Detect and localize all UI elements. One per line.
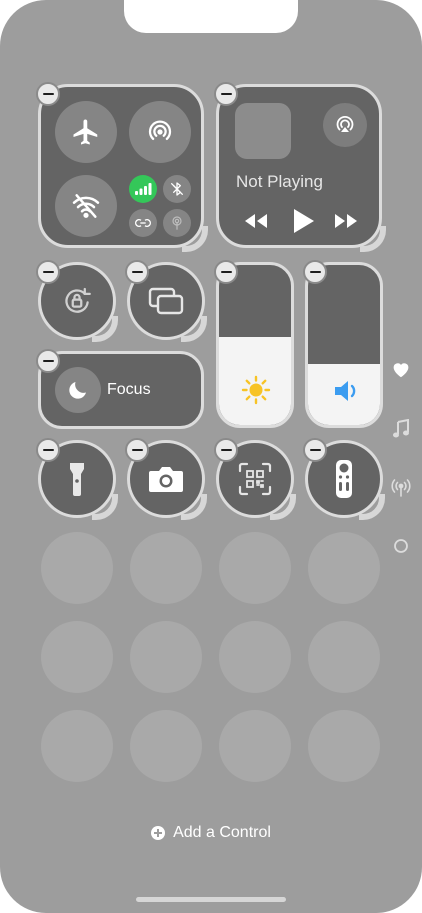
music-page-indicator[interactable]: [390, 418, 412, 440]
now-playing-status: Not Playing: [236, 172, 323, 191]
album-artwork: [235, 103, 291, 159]
resize-apple-tv-remote-handle[interactable]: [359, 494, 385, 520]
empty-slot[interactable]: [130, 532, 202, 604]
home-indicator[interactable]: [136, 897, 286, 902]
airplane-mode-toggle[interactable]: [55, 101, 117, 163]
wifi-off-icon: [72, 194, 100, 218]
plus-icon: [151, 826, 166, 840]
airdrop-toggle[interactable]: [129, 101, 191, 163]
airplay-icon: [336, 116, 354, 132]
resize-connectivity-handle[interactable]: [182, 226, 208, 252]
fast-forward-button[interactable]: [333, 211, 359, 231]
speaker-icon: [332, 377, 362, 405]
play-icon: [294, 209, 314, 233]
remove-orientation-lock-button[interactable]: [36, 260, 60, 284]
vpn-icon: [135, 219, 151, 227]
empty-slot[interactable]: [308, 532, 380, 604]
control-center-edit-screen: Not Playing Focus Add a Control: [0, 0, 422, 913]
cellular-toggle[interactable]: [129, 175, 157, 203]
empty-slot[interactable]: [308, 621, 380, 693]
fast-forward-icon: [335, 214, 357, 228]
wireless-icon: [391, 479, 411, 497]
empty-slot[interactable]: [219, 621, 291, 693]
now-playing-module[interactable]: [216, 84, 382, 248]
empty-slot[interactable]: [130, 710, 202, 782]
resize-code-scanner-handle[interactable]: [270, 494, 296, 520]
sun-icon: [241, 375, 271, 405]
play-button[interactable]: [291, 207, 315, 235]
heart-icon: [393, 363, 409, 378]
remove-flashlight-button[interactable]: [36, 438, 60, 462]
brightness-slider[interactable]: [216, 262, 294, 428]
rewind-icon: [245, 214, 267, 228]
remove-focus-button[interactable]: [36, 349, 60, 373]
add-control-button[interactable]: Add a Control: [0, 822, 422, 844]
remove-now-playing-button[interactable]: [214, 82, 238, 106]
moon-icon: [69, 382, 86, 399]
music-note-icon: [393, 419, 409, 438]
remove-code-scanner-button[interactable]: [214, 438, 238, 462]
remove-connectivity-button[interactable]: [36, 82, 60, 106]
screen-mirroring-icon: [148, 287, 184, 315]
airplane-icon: [73, 119, 98, 145]
connectivity-page-indicator[interactable]: [390, 477, 412, 499]
empty-slot[interactable]: [41, 621, 113, 693]
empty-slot[interactable]: [219, 710, 291, 782]
airplay-button[interactable]: [323, 103, 367, 147]
resize-orientation-lock-handle[interactable]: [92, 316, 118, 342]
new-page-indicator[interactable]: [390, 535, 412, 557]
flashlight-icon: [70, 463, 84, 496]
volume-slider[interactable]: [305, 262, 383, 428]
empty-slot[interactable]: [219, 532, 291, 604]
camera-icon: [149, 467, 183, 492]
remove-brightness-button[interactable]: [214, 260, 238, 284]
add-control-label: Add a Control: [173, 824, 271, 841]
empty-slot[interactable]: [130, 621, 202, 693]
resize-flashlight-handle[interactable]: [92, 494, 118, 520]
rewind-button[interactable]: [243, 211, 269, 231]
qr-scanner-icon: [238, 462, 272, 496]
remove-volume-button[interactable]: [303, 260, 327, 284]
bluetooth-off-icon: [171, 182, 183, 196]
notch: [124, 0, 298, 33]
orientation-lock-icon: [65, 287, 91, 313]
resize-screen-mirroring-handle[interactable]: [181, 316, 207, 342]
remove-apple-tv-remote-button[interactable]: [303, 438, 327, 462]
circle-icon: [394, 539, 408, 553]
focus-icon-button: [55, 367, 101, 413]
wifi-toggle[interactable]: [55, 175, 117, 237]
focus-label: Focus: [107, 381, 151, 398]
remove-screen-mirroring-button[interactable]: [125, 260, 149, 284]
resize-camera-handle[interactable]: [181, 494, 207, 520]
favorites-page-indicator[interactable]: [390, 358, 412, 380]
bluetooth-toggle[interactable]: [163, 175, 191, 203]
apple-tv-remote-icon: [336, 460, 352, 498]
cellular-icon: [135, 183, 152, 195]
empty-slot[interactable]: [41, 532, 113, 604]
connectivity-module[interactable]: [38, 84, 204, 248]
empty-slot[interactable]: [308, 710, 380, 782]
empty-slot[interactable]: [41, 710, 113, 782]
airdrop-icon: [148, 120, 172, 140]
remove-camera-button[interactable]: [125, 438, 149, 462]
resize-now-playing-handle[interactable]: [360, 226, 386, 252]
vpn-toggle[interactable]: [129, 209, 157, 237]
